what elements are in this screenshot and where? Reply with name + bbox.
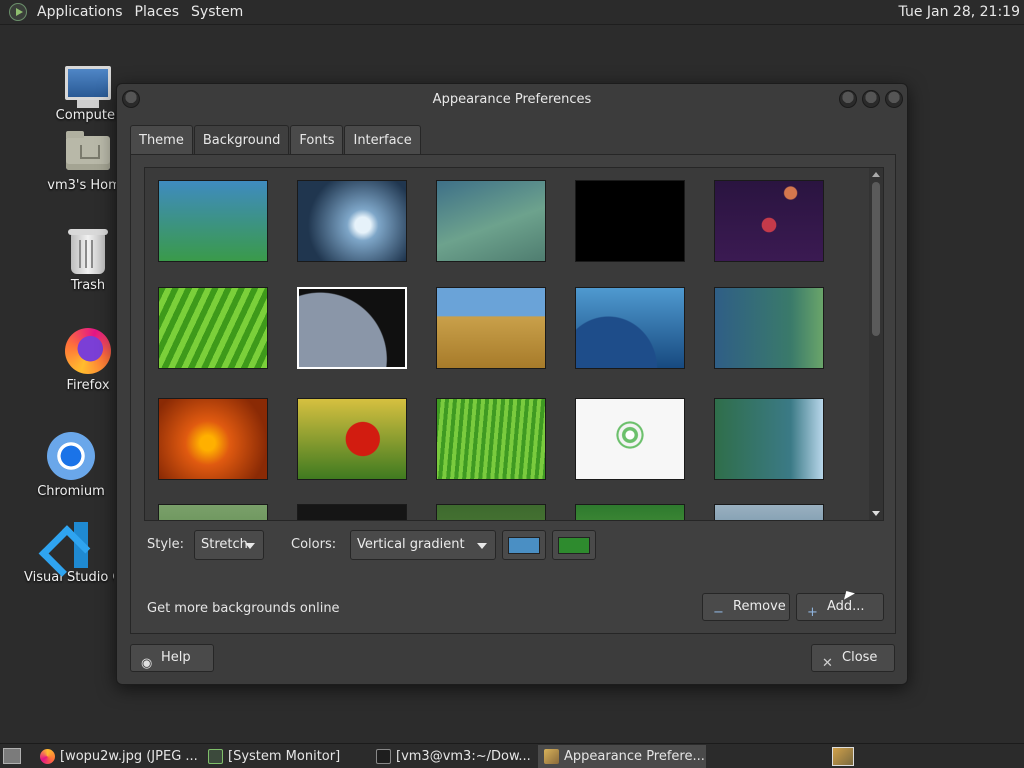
primary-color-button[interactable] (502, 530, 546, 560)
show-desktop-icon[interactable] (3, 748, 21, 764)
terminal-icon (376, 749, 391, 764)
menu-system[interactable]: System (191, 4, 243, 20)
dialog-title: Appearance Preferences (432, 92, 592, 107)
appearance-preferences-dialog: Appearance Preferences Theme Background … (116, 83, 908, 685)
main-menu-icon[interactable] (9, 3, 27, 21)
wallpaper-thumbnail[interactable] (575, 398, 685, 480)
wallpaper-thumbnail[interactable] (714, 504, 824, 520)
wallpaper-thumbnail[interactable] (436, 504, 546, 520)
tab-bar: Theme Background Fonts Interface (130, 125, 422, 155)
dialog-titlebar[interactable]: Appearance Preferences (117, 84, 907, 116)
colors-value: Vertical gradient (357, 537, 465, 552)
menu-applications[interactable]: Applications (37, 4, 123, 20)
scroll-up-arrow-icon[interactable] (872, 172, 880, 177)
wallpaper-thumbnail[interactable] (575, 180, 685, 262)
help-button[interactable]: ◉ Help (130, 644, 214, 672)
add-button[interactable]: + Add... (796, 593, 884, 621)
top-panel: Applications Places System Tue Jan 28, 2… (0, 0, 1024, 25)
vscode-icon (46, 522, 92, 568)
wallpaper-thumbnail[interactable] (436, 287, 546, 369)
help-button-label: Help (161, 650, 191, 665)
appearance-icon (544, 749, 559, 764)
wallpaper-thumbnail[interactable] (158, 180, 268, 262)
taskbar-item-system-monitor[interactable]: [System Monitor] (202, 745, 368, 768)
wallpaper-thumbnail[interactable] (297, 287, 407, 369)
tab-theme[interactable]: Theme (130, 125, 193, 155)
colors-combo[interactable]: Vertical gradient (350, 530, 496, 560)
scrollbar-thumb[interactable] (872, 182, 880, 336)
taskbar-item-label: [System Monitor] (228, 749, 341, 764)
taskbar-item-terminal[interactable]: [vm3@vm3:~/Dow... (370, 745, 536, 768)
clock[interactable]: Tue Jan 28, 21:19 (899, 4, 1020, 20)
background-tab-panel: Style: Stretch Colors: Vertical gradient… (130, 154, 896, 634)
help-lifebuoy-icon: ◉ (141, 656, 153, 671)
tab-interface[interactable]: Interface (344, 125, 421, 155)
taskbar-item-label: Appearance Prefere... (564, 749, 705, 764)
taskbar-item-label: [wopu2w.jpg (JPEG ... (60, 749, 198, 764)
chromium-icon (47, 432, 95, 480)
colors-label: Colors: (291, 537, 337, 552)
minus-icon: − (713, 605, 724, 620)
desktop-icon-label: Visual Studio Code (24, 570, 114, 585)
bottom-taskbar: [wopu2w.jpg (JPEG ... [System Monitor] [… (0, 743, 1024, 768)
wallpaper-thumbnail[interactable] (297, 504, 407, 520)
tab-fonts[interactable]: Fonts (290, 125, 344, 155)
wallpaper-thumbnail[interactable] (297, 180, 407, 262)
desktop-icon-chromium[interactable]: Chromium (21, 432, 121, 499)
close-button[interactable]: ✕ Close (811, 644, 895, 672)
window-close-button[interactable] (885, 90, 903, 108)
taskbar-item-appearance-preferences[interactable]: Appearance Prefere... (538, 745, 706, 768)
wallpaper-thumbnail[interactable] (158, 287, 268, 369)
get-more-backgrounds-link[interactable]: Get more backgrounds online (147, 601, 340, 616)
wallpaper-thumbnail[interactable] (297, 398, 407, 480)
home-folder-icon (66, 131, 110, 170)
taskbar-item-label: [vm3@vm3:~/Dow... (396, 749, 531, 764)
wallpaper-thumbnail[interactable] (158, 398, 268, 480)
gallery-scrollbar[interactable] (869, 168, 883, 520)
wallpaper-thumbnail[interactable] (714, 398, 824, 480)
style-label: Style: (147, 537, 185, 552)
desktop-icon-vscode[interactable]: Visual Studio Code (24, 522, 114, 585)
chevron-down-icon (245, 543, 255, 549)
close-icon: ✕ (822, 656, 833, 671)
plus-icon: + (807, 605, 818, 620)
desktop-icon-label: Chromium (37, 484, 105, 499)
wallpaper-thumbnail[interactable] (714, 180, 824, 262)
wallpaper-thumbnail[interactable] (436, 180, 546, 262)
style-combo[interactable]: Stretch (194, 530, 264, 560)
secondary-color-button[interactable] (552, 530, 596, 560)
minimize-button[interactable] (839, 90, 857, 108)
tab-background[interactable]: Background (193, 125, 290, 155)
style-value: Stretch (201, 537, 248, 552)
chevron-down-icon (477, 543, 487, 549)
remove-button-label: Remove (733, 599, 786, 614)
wallpaper-thumbnail[interactable] (714, 287, 824, 369)
scroll-down-arrow-icon[interactable] (872, 511, 880, 516)
primary-color-swatch (508, 537, 540, 554)
wallpaper-thumbnail[interactable] (575, 287, 685, 369)
firefox-icon (65, 328, 111, 374)
taskbar-item-image-viewer[interactable]: [wopu2w.jpg (JPEG ... (34, 745, 200, 768)
trash-icon (68, 229, 108, 274)
computer-icon (65, 66, 111, 100)
system-monitor-icon (208, 749, 223, 764)
firefox-icon (40, 749, 55, 764)
remove-button[interactable]: − Remove (702, 593, 790, 621)
close-button-label: Close (842, 650, 878, 665)
wallpaper-thumbnail[interactable] (575, 504, 685, 520)
secondary-color-swatch (558, 537, 590, 554)
wallpaper-thumbnail[interactable] (158, 504, 268, 520)
maximize-button[interactable] (862, 90, 880, 108)
wallpaper-gallery[interactable] (144, 167, 884, 521)
menu-places[interactable]: Places (135, 4, 180, 20)
wallpaper-thumbnail[interactable] (436, 398, 546, 480)
notification-tray-icon[interactable] (832, 747, 854, 766)
computer-icon-stand (77, 100, 99, 108)
